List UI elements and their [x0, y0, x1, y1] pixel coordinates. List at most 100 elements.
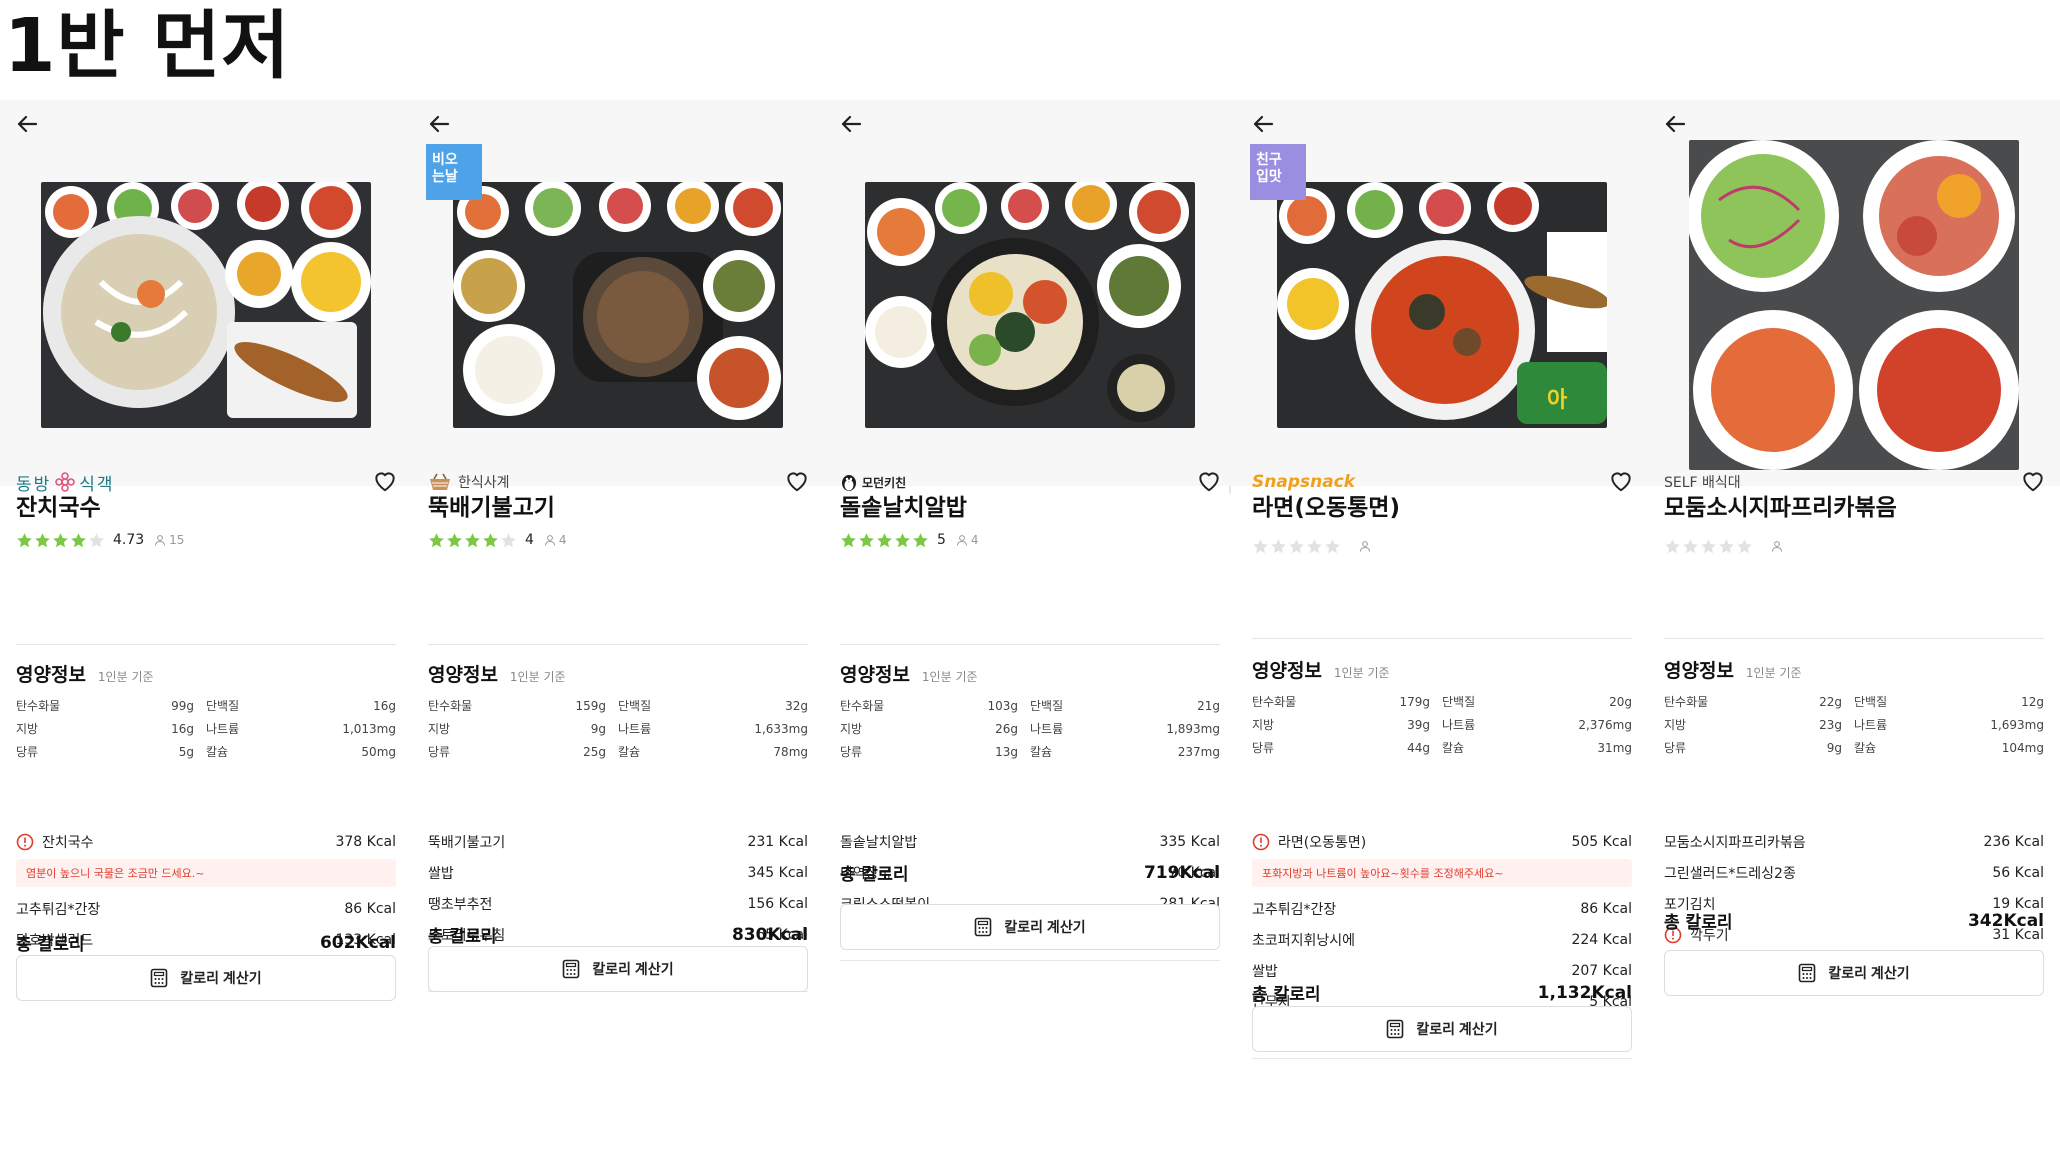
divider	[840, 644, 1220, 645]
nutrition-title: 영양정보	[840, 664, 910, 686]
total-kcal: 342Kcal	[1967, 910, 2044, 931]
meal-card: 아 친구 입맛 Snapsnack 라면(오동통면) 영양정보 1인분 기준 탄수화물 …	[1236, 100, 1648, 1154]
calculator-icon	[563, 959, 580, 979]
meal-photo	[1689, 140, 2019, 470]
calorie-calculator-button[interactable]: 칼로리 계산기	[1664, 950, 2044, 996]
nutrient-label: 단백질	[1030, 699, 1064, 713]
menu-item-kcal: 378 Kcal	[335, 833, 396, 850]
nutrition-row: 당류 25g 칼슘 78mg	[428, 740, 808, 763]
nutrient-value: 9g	[590, 721, 606, 736]
weather-badge: 친구 입맛	[1250, 144, 1306, 200]
menu-item-kcal: 335 Kcal	[1159, 833, 1220, 850]
review-count-value: 15	[169, 533, 185, 547]
nutrient-label: 나트륨	[1854, 718, 1888, 732]
menu-name: 뚝배기불고기	[428, 495, 555, 521]
calculator-label: 칼로리 계산기	[592, 961, 674, 977]
back-arrow-icon[interactable]	[14, 110, 42, 138]
calculator-label: 칼로리 계산기	[1416, 1021, 1498, 1037]
favorite-heart-icon[interactable]	[1196, 468, 1222, 494]
menu-item-name: 모둠소시지파프리카볶음	[1664, 834, 1806, 851]
nutrient-label: 나트륨	[1442, 718, 1476, 732]
menu-item: 돌솥날치알밥 335 Kcal	[840, 826, 1220, 857]
nutrient-value: 21g	[1197, 698, 1220, 713]
back-arrow-icon[interactable]	[1250, 110, 1278, 138]
rating-row	[1664, 536, 1786, 556]
back-arrow-icon[interactable]	[1662, 110, 1690, 138]
rating-stars	[1664, 538, 1753, 555]
nutrition-table: 탄수화물 103g 단백질 21g 지방 26g 나트륨 1,893mg 당류 …	[840, 694, 1220, 763]
divider	[1252, 638, 1632, 639]
menu-item-kcal: 56 Kcal	[1992, 864, 2044, 881]
nutrient-value: 32g	[785, 698, 808, 713]
favorite-heart-icon[interactable]	[784, 468, 810, 494]
menu-item: 뚝배기불고기 231 Kcal	[428, 826, 808, 857]
rating-stars	[840, 532, 929, 549]
nutrition-basis: 1인분 기준	[921, 670, 978, 684]
total-calories: 총 칼로리 602Kcal	[16, 930, 396, 956]
nutrient-value: 5g	[178, 744, 194, 759]
menu-item-name: 땡초부추전	[428, 896, 493, 913]
nutrition-row: 탄수화물 179g 단백질 20g	[1252, 690, 1632, 713]
nutrient-value: 1,013mg	[342, 721, 396, 736]
menu-item-kcal: 231 Kcal	[747, 833, 808, 850]
nutrient-label: 당류	[1664, 741, 1687, 755]
calorie-calculator-button[interactable]: 칼로리 계산기	[428, 946, 808, 992]
menu-item-kcal: 86 Kcal	[1580, 900, 1632, 917]
nutrient-value: 78mg	[773, 744, 808, 759]
nutrient-label: 지방	[428, 722, 451, 736]
menu-item: 쌀밥 345 Kcal	[428, 857, 808, 888]
favorite-heart-icon[interactable]	[372, 468, 398, 494]
review-count	[1359, 540, 1374, 552]
calorie-calculator-button[interactable]: 칼로리 계산기	[840, 904, 1220, 950]
page-title: 1반 먼저	[4, 3, 291, 89]
nutrient-value: 2,376mg	[1578, 717, 1632, 732]
nutrient-label: 칼슘	[618, 745, 641, 759]
nutrition-basis: 1인분 기준	[97, 670, 154, 684]
nutrition-row: 탄수화물 103g 단백질 21g	[840, 694, 1220, 717]
nutrient-label: 당류	[840, 745, 863, 759]
nutrition-row: 당류 5g 칼슘 50mg	[16, 740, 396, 763]
menu-item-kcal: 345 Kcal	[747, 864, 808, 881]
rating-stars	[1252, 538, 1341, 555]
menu-item-kcal: 224 Kcal	[1571, 931, 1632, 948]
nutrient-label: 칼슘	[1442, 741, 1465, 755]
nutrition-table: 탄수화물 159g 단백질 32g 지방 9g 나트륨 1,633mg 당류 2…	[428, 694, 808, 763]
calorie-calculator-button[interactable]: 칼로리 계산기	[16, 955, 396, 1001]
nutrient-value: 99g	[171, 698, 194, 713]
nutrient-label: 단백질	[1854, 695, 1888, 709]
nutrient-label: 지방	[1252, 718, 1275, 732]
nutrient-value: 26g	[995, 721, 1018, 736]
nutrient-value: 44g	[1407, 740, 1430, 755]
total-calories: 총 칼로리 830Kcal	[428, 922, 808, 948]
meal-photo: 아	[1277, 182, 1607, 428]
divider	[16, 644, 396, 645]
menu-item-name: 그린샐러드*드레싱2종	[1664, 865, 1796, 882]
nutrient-label: 단백질	[1442, 695, 1476, 709]
detail-sheet	[0, 486, 412, 1154]
back-arrow-icon[interactable]	[426, 110, 454, 138]
divider	[428, 644, 808, 645]
nutrient-value: 9g	[1826, 740, 1842, 755]
nutrient-value: 103g	[987, 698, 1018, 713]
nutrient-value: 16g	[373, 698, 396, 713]
detail-sheet	[824, 486, 1236, 1154]
nutrient-value: 13g	[995, 744, 1018, 759]
menu-item-kcal: 236 Kcal	[1983, 833, 2044, 850]
nutrition-row: 지방 23g 나트륨 1,693mg	[1664, 713, 2044, 736]
nutrition-title: 영양정보	[428, 664, 498, 686]
favorite-heart-icon[interactable]	[2020, 468, 2046, 494]
calorie-calculator-button[interactable]: 칼로리 계산기	[1252, 1006, 1632, 1052]
menu-item-name: 고추튀김*간장	[1252, 901, 1337, 918]
person-icon	[155, 535, 166, 546]
total-calories: 총 칼로리 1,132Kcal	[1252, 980, 1632, 1006]
warning-message: 포화지방과 나트륨이 높아요~횟수를 조정해주세요~	[1252, 859, 1632, 887]
nutrient-label: 지방	[1664, 718, 1687, 732]
meal-photo	[453, 182, 783, 428]
menu-item: 그린샐러드*드레싱2종 56 Kcal	[1664, 857, 2044, 888]
back-arrow-icon[interactable]	[838, 110, 866, 138]
favorite-heart-icon[interactable]	[1608, 468, 1634, 494]
nutrition-row: 지방 16g 나트륨 1,013mg	[16, 717, 396, 740]
review-count: 15	[154, 533, 184, 547]
rating-stars	[428, 532, 517, 549]
rating-row	[1252, 536, 1374, 556]
